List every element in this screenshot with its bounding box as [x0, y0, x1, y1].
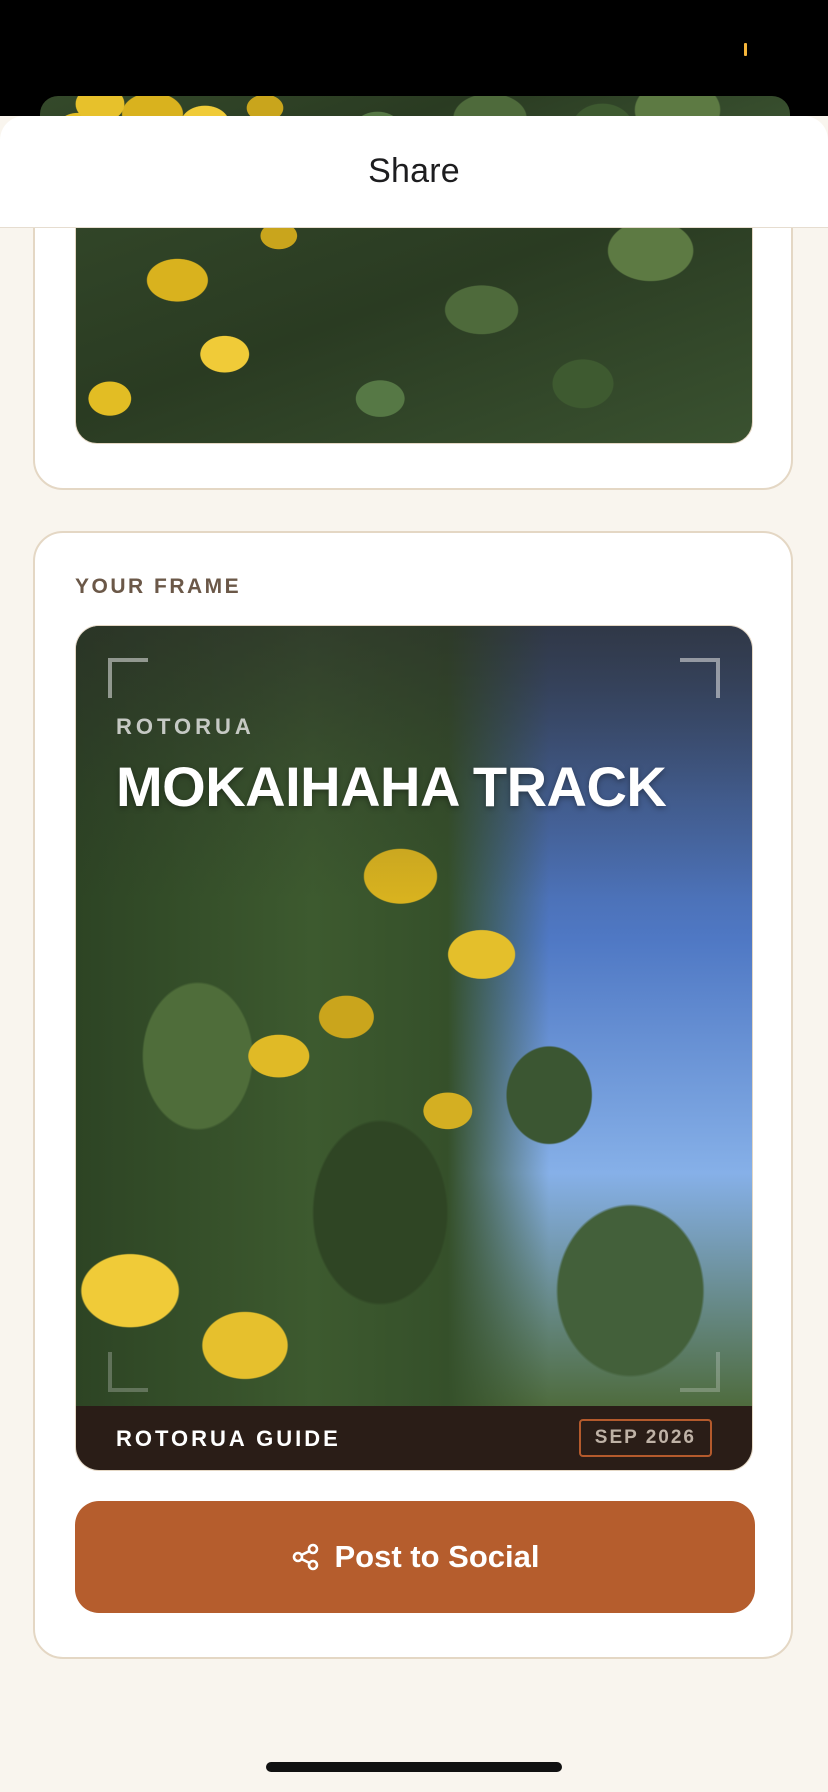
- corner-marker-top-left: [108, 658, 148, 698]
- frame-footer: ROTORUA GUIDE SEP 2026: [76, 1406, 752, 1470]
- share-icon: [292, 1543, 318, 1571]
- corner-marker-bottom-left: [108, 1352, 148, 1392]
- frame-section-label: YOUR FRAME: [75, 575, 242, 598]
- frame-date-badge: SEP 2026: [578, 1419, 712, 1457]
- sheet-header: Share: [0, 116, 828, 228]
- corner-marker-top-right: [680, 658, 720, 698]
- frame-title: MOKAIHAHA TRACK: [116, 755, 667, 818]
- frame-preview: ROTORUA MOKAIHAHA TRACK ROTORUA GUIDE SE…: [75, 625, 753, 1471]
- sheet-title: Share: [368, 152, 460, 190]
- frame-photo: [76, 626, 752, 1408]
- corner-marker-bottom-right: [680, 1352, 720, 1392]
- status-indicator: [744, 43, 747, 56]
- post-button-label: Post to Social: [334, 1539, 540, 1574]
- frame-brand: ROTORUA GUIDE: [116, 1426, 341, 1451]
- frame-card: YOUR FRAME ROTORUA MOKAIHAHA TRACK ROTOR…: [33, 531, 793, 1659]
- frame-location: ROTORUA: [116, 714, 255, 739]
- post-to-social-button[interactable]: Post to Social: [75, 1501, 755, 1613]
- home-indicator[interactable]: [266, 1762, 562, 1772]
